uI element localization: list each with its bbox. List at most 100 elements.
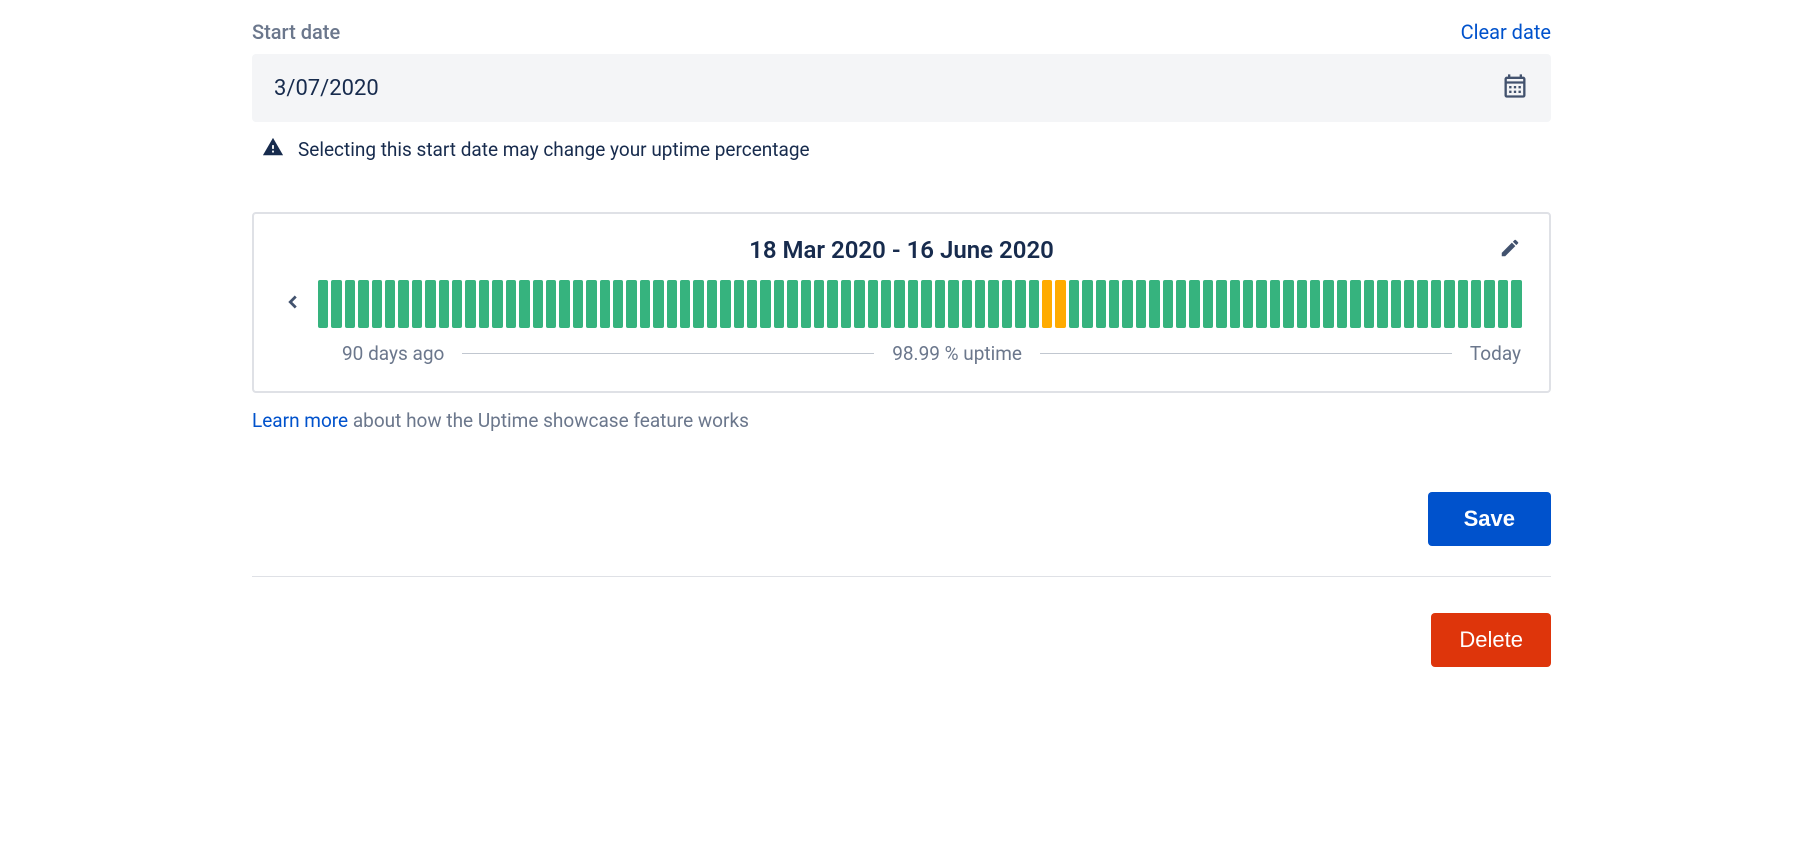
uptime-bar[interactable] [640, 280, 650, 328]
uptime-bar[interactable] [881, 280, 891, 328]
uptime-bar[interactable] [680, 280, 690, 328]
start-date-input[interactable]: 3/07/2020 [252, 54, 1551, 122]
uptime-bar[interactable] [1444, 280, 1454, 328]
uptime-bar[interactable] [935, 280, 945, 328]
uptime-bar[interactable] [801, 280, 811, 328]
uptime-bar[interactable] [1042, 280, 1052, 328]
uptime-bar[interactable] [1364, 280, 1374, 328]
start-date-label: Start date [252, 20, 340, 44]
uptime-bar[interactable] [465, 280, 475, 328]
uptime-bar[interactable] [1203, 280, 1213, 328]
uptime-bar[interactable] [827, 280, 837, 328]
uptime-bar[interactable] [385, 280, 395, 328]
uptime-bar[interactable] [693, 280, 703, 328]
uptime-bar[interactable] [1176, 280, 1186, 328]
uptime-bar[interactable] [1458, 280, 1468, 328]
uptime-bar[interactable] [1256, 280, 1266, 328]
uptime-bar[interactable] [506, 280, 516, 328]
uptime-bar[interactable] [600, 280, 610, 328]
uptime-bar[interactable] [854, 280, 864, 328]
uptime-bar[interactable] [988, 280, 998, 328]
uptime-bar[interactable] [1283, 280, 1293, 328]
uptime-bar[interactable] [479, 280, 489, 328]
uptime-bar[interactable] [962, 280, 972, 328]
uptime-bar[interactable] [868, 280, 878, 328]
uptime-bar[interactable] [1377, 280, 1387, 328]
uptime-bar[interactable] [1230, 280, 1240, 328]
uptime-bar[interactable] [948, 280, 958, 328]
uptime-bar[interactable] [1270, 280, 1280, 328]
uptime-bar[interactable] [734, 280, 744, 328]
uptime-bar[interactable] [1029, 280, 1039, 328]
uptime-bar[interactable] [519, 280, 529, 328]
uptime-bar[interactable] [814, 280, 824, 328]
uptime-bar[interactable] [1082, 280, 1092, 328]
uptime-bar[interactable] [1109, 280, 1119, 328]
uptime-bar[interactable] [1471, 280, 1481, 328]
uptime-bar[interactable] [626, 280, 636, 328]
uptime-bar[interactable] [1323, 280, 1333, 328]
uptime-bar[interactable] [1350, 280, 1360, 328]
learn-more-link[interactable]: Learn more [252, 409, 348, 432]
uptime-bar[interactable] [1136, 280, 1146, 328]
uptime-bar[interactable] [774, 280, 784, 328]
uptime-bar[interactable] [1163, 280, 1173, 328]
edit-icon[interactable] [1499, 237, 1521, 263]
uptime-bar[interactable] [1216, 280, 1226, 328]
uptime-bar[interactable] [787, 280, 797, 328]
uptime-bar[interactable] [1391, 280, 1401, 328]
uptime-bar[interactable] [760, 280, 770, 328]
uptime-bar[interactable] [1337, 280, 1347, 328]
uptime-bar[interactable] [1055, 280, 1065, 328]
uptime-bar[interactable] [452, 280, 462, 328]
uptime-bar[interactable] [559, 280, 569, 328]
uptime-bar[interactable] [1189, 280, 1199, 328]
uptime-bar[interactable] [921, 280, 931, 328]
uptime-bar[interactable] [841, 280, 851, 328]
uptime-bar[interactable] [425, 280, 435, 328]
uptime-bar[interactable] [1122, 280, 1132, 328]
uptime-bar[interactable] [1431, 280, 1441, 328]
uptime-bar[interactable] [398, 280, 408, 328]
uptime-bar[interactable] [1015, 280, 1025, 328]
uptime-bar[interactable] [1511, 280, 1521, 328]
uptime-bar[interactable] [318, 280, 328, 328]
uptime-bar[interactable] [720, 280, 730, 328]
uptime-bar[interactable] [975, 280, 985, 328]
uptime-bar[interactable] [667, 280, 677, 328]
save-button[interactable]: Save [1428, 492, 1551, 546]
uptime-bar[interactable] [345, 280, 355, 328]
calendar-icon[interactable] [1501, 72, 1529, 104]
uptime-bar[interactable] [533, 280, 543, 328]
uptime-bar[interactable] [1310, 280, 1320, 328]
uptime-bar[interactable] [1069, 280, 1079, 328]
clear-date-link[interactable]: Clear date [1461, 20, 1551, 44]
uptime-bar[interactable] [412, 280, 422, 328]
uptime-bar[interactable] [908, 280, 918, 328]
uptime-bar[interactable] [1417, 280, 1427, 328]
uptime-bar[interactable] [372, 280, 382, 328]
uptime-bar[interactable] [331, 280, 341, 328]
uptime-bar[interactable] [586, 280, 596, 328]
uptime-bar[interactable] [1484, 280, 1494, 328]
uptime-bar[interactable] [894, 280, 904, 328]
uptime-bar[interactable] [707, 280, 717, 328]
uptime-bar[interactable] [1002, 280, 1012, 328]
uptime-bar[interactable] [747, 280, 757, 328]
uptime-bar[interactable] [613, 280, 623, 328]
uptime-bar[interactable] [1297, 280, 1307, 328]
uptime-bar[interactable] [358, 280, 368, 328]
uptime-bar[interactable] [492, 280, 502, 328]
uptime-bar[interactable] [1243, 280, 1253, 328]
uptime-bar[interactable] [1149, 280, 1159, 328]
uptime-bar[interactable] [1404, 280, 1414, 328]
uptime-bar[interactable] [1096, 280, 1106, 328]
section-divider [252, 576, 1551, 577]
uptime-bar[interactable] [546, 280, 556, 328]
uptime-bar[interactable] [653, 280, 663, 328]
uptime-bar[interactable] [573, 280, 583, 328]
uptime-bar[interactable] [1498, 280, 1508, 328]
delete-button[interactable]: Delete [1431, 613, 1551, 667]
uptime-bar[interactable] [439, 280, 449, 328]
chevron-left-icon[interactable] [282, 291, 304, 317]
